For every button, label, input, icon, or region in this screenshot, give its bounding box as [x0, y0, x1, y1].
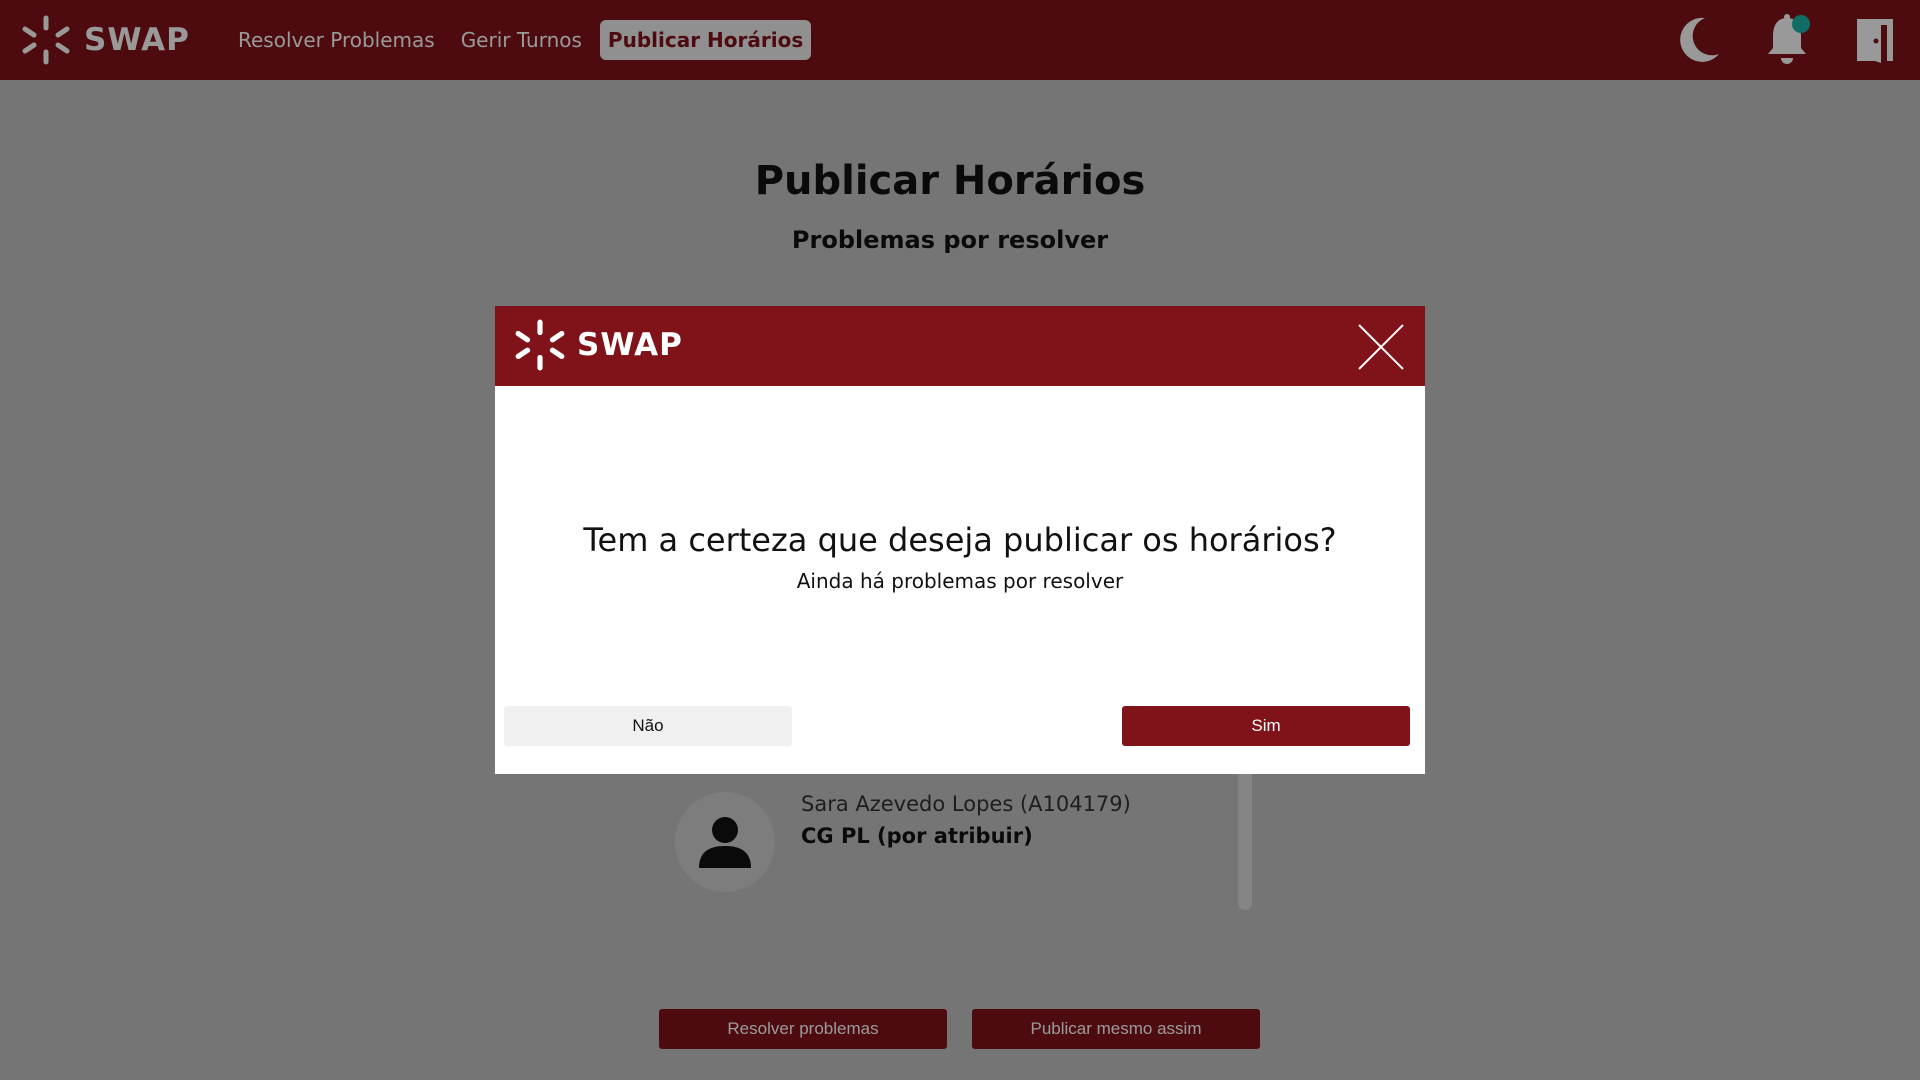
dialog-question: Tem a certeza que deseja publicar os hor… — [583, 521, 1337, 559]
dialog-logo: SWAP — [513, 318, 683, 372]
yes-button[interactable]: Sim — [1122, 706, 1410, 746]
no-button[interactable]: Não — [504, 706, 792, 746]
dialog-brand-name: SWAP — [577, 327, 683, 363]
swap-logo-icon — [515, 319, 565, 371]
confirm-publish-dialog: SWAP Tem a certeza que deseja publicar o… — [495, 306, 1425, 774]
dialog-header: SWAP — [495, 306, 1425, 386]
close-icon[interactable] — [1357, 323, 1405, 371]
dialog-note: Ainda há problemas por resolver — [796, 569, 1124, 593]
